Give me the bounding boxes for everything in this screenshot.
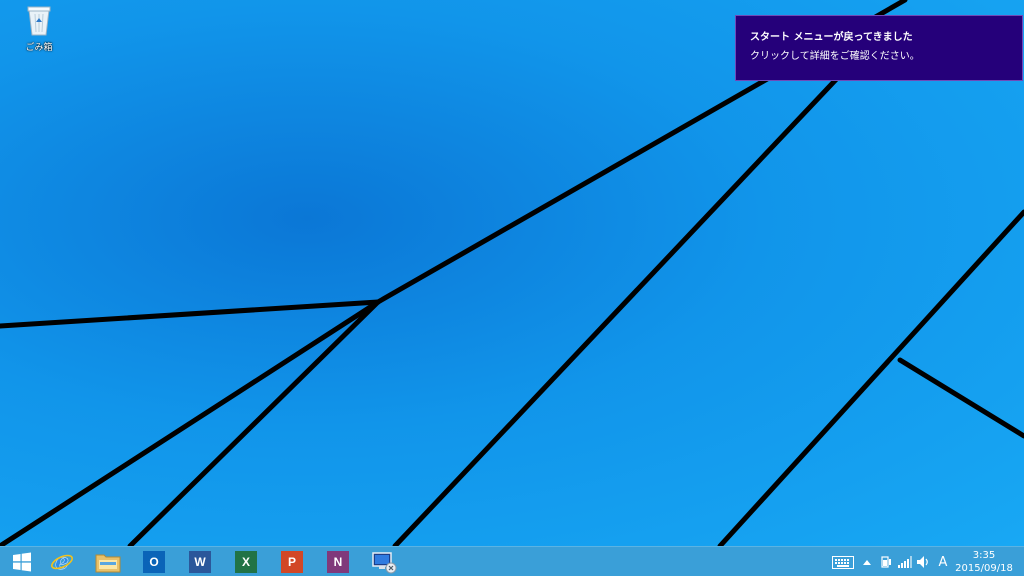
outlook-glyph: O [149,555,159,569]
svg-text:e: e [55,550,69,574]
outlook-button[interactable]: O [132,547,176,577]
start-button[interactable] [0,547,44,577]
wallpaper-image [0,0,1024,546]
start-menu-notification[interactable]: スタート メニューが戻ってきました クリックして詳細をご確認ください。 [735,15,1023,81]
volume-button[interactable] [914,547,932,577]
remote-desktop-icon [372,552,397,574]
word-glyph: W [194,555,206,569]
windows-logo-icon [13,552,31,572]
recycle-bin[interactable]: ごみ箱 [12,4,66,53]
ime-mode-label: A [938,554,948,570]
onenote-icon: N [327,551,349,573]
powerpoint-glyph: P [287,555,296,569]
power-status-button[interactable] [877,547,895,577]
speaker-icon [917,556,928,568]
show-hidden-icons-button[interactable] [861,547,873,577]
remote-desktop-button[interactable] [362,547,406,577]
recycle-bin-icon [27,6,51,36]
internet-explorer-button[interactable]: e [40,547,84,577]
desktop[interactable]: ごみ箱 スタート メニューが戻ってきました クリックして詳細をご確認ください。 [0,0,1024,546]
folder-icon [95,554,121,573]
excel-icon: X [235,551,257,573]
clock-time: 3:35 [972,550,996,561]
powerpoint-button[interactable]: P [270,547,314,577]
onenote-glyph: N [333,555,343,569]
onenote-button[interactable]: N [316,547,360,577]
notification-message: クリックして詳細をご確認ください。 [750,51,920,62]
excel-glyph: X [241,555,250,569]
clock[interactable]: 3:35 2015/09/18 [954,549,1014,575]
clock-date: 2015/09/18 [955,563,1013,574]
ie-icon: e [51,550,73,574]
powerpoint-icon: P [281,551,303,573]
power-plug-icon [881,556,891,568]
notification-title: スタート メニューが戻ってきました [750,32,913,43]
ime-mode-indicator[interactable]: A [934,547,952,577]
taskbar: e O W X P N A 3:35 2015/09/18 [0,546,1024,576]
excel-button[interactable]: X [224,547,268,577]
recycle-bin-label: ごみ箱 [25,43,53,53]
chevron-up-icon [863,560,871,565]
word-icon: W [189,551,211,573]
network-button[interactable] [896,547,914,577]
keyboard-icon [832,555,854,569]
word-button[interactable]: W [178,547,222,577]
outlook-icon: O [143,551,165,573]
file-explorer-button[interactable] [86,547,130,577]
touch-keyboard-button[interactable] [830,547,856,577]
network-signal-icon [898,556,912,568]
